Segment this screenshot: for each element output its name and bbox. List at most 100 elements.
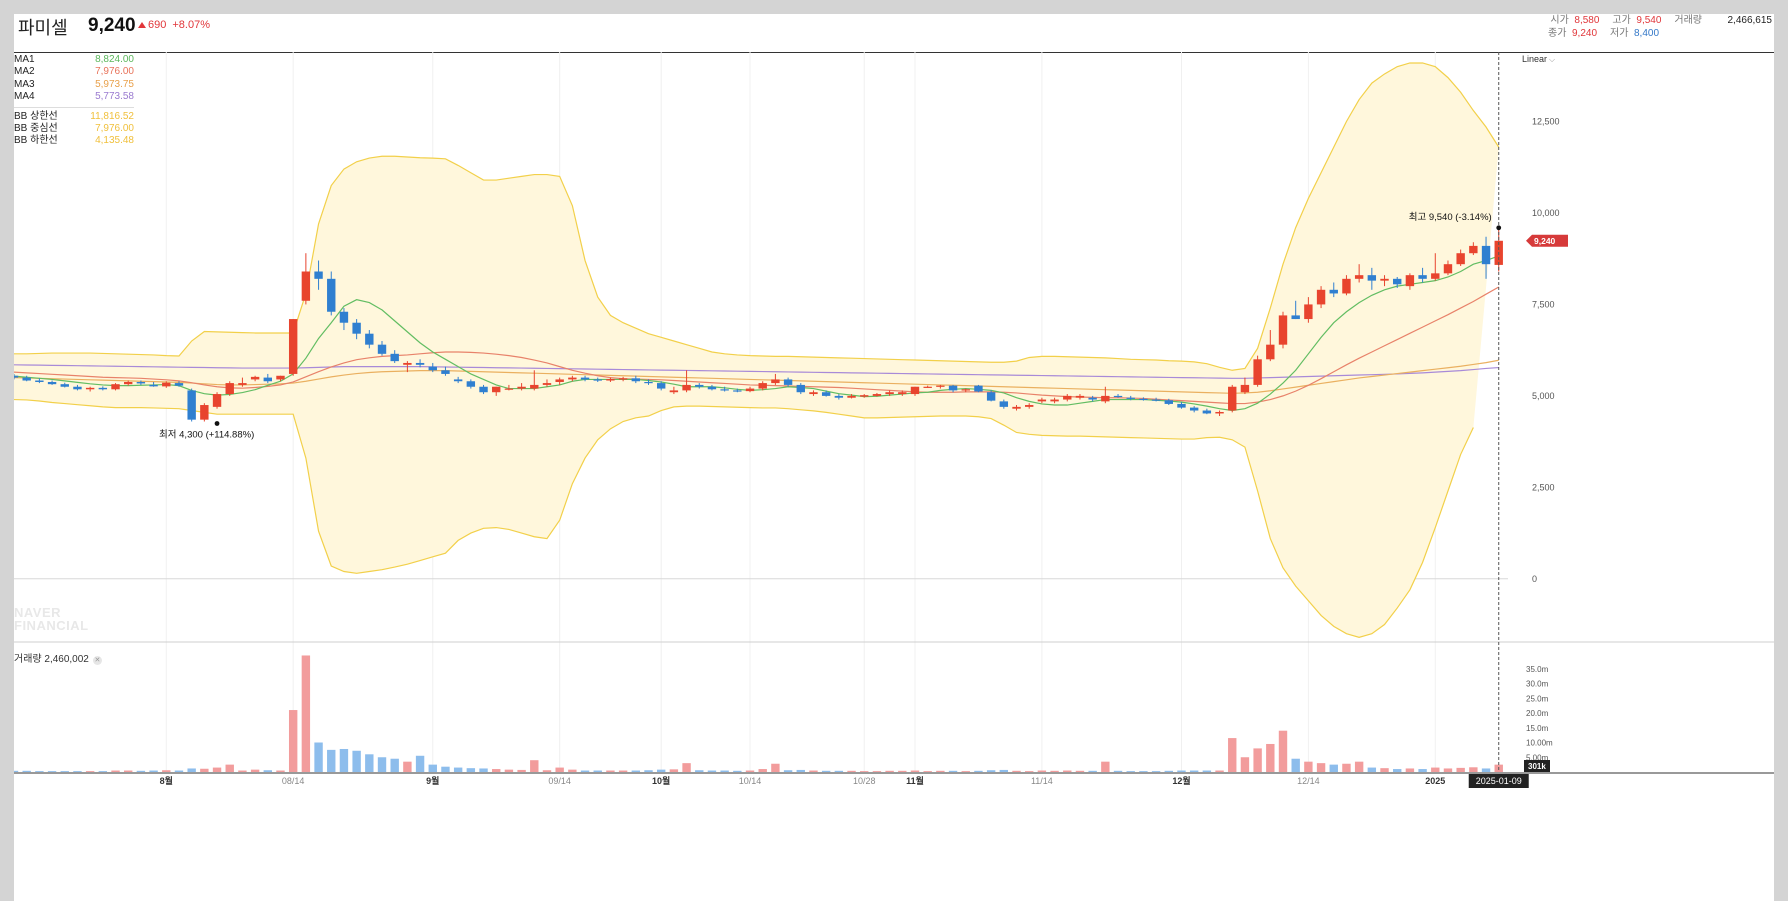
volume-bar bbox=[1126, 771, 1135, 772]
volume-bar bbox=[974, 770, 983, 772]
volume-bar bbox=[365, 754, 374, 772]
volume-bar bbox=[1367, 767, 1377, 772]
candle-body bbox=[35, 380, 44, 382]
candle-body bbox=[860, 395, 869, 397]
candle-body bbox=[1405, 275, 1415, 287]
volume-bar bbox=[1393, 769, 1402, 772]
volume-bar bbox=[923, 771, 932, 772]
volume-bar bbox=[758, 769, 767, 772]
volume-bar bbox=[1443, 768, 1453, 772]
candle-body bbox=[466, 381, 476, 387]
price-axis-tick-label: 0 bbox=[1532, 574, 1537, 584]
candle-body bbox=[796, 384, 805, 393]
candle-body bbox=[327, 278, 336, 312]
price-chart[interactable]: 02,5005,0007,50010,00012,5005.00m10.00m1… bbox=[14, 14, 1774, 901]
last-date-label: 2025-01-09 bbox=[1476, 776, 1522, 786]
candle-body bbox=[606, 379, 615, 381]
volume-axis-tick-label: 15.0m bbox=[1526, 724, 1549, 733]
volume-bar bbox=[428, 764, 437, 772]
volume-bar bbox=[60, 771, 69, 772]
x-axis-date-label: 9월 bbox=[426, 775, 439, 786]
volume-axis-tick-label: 25.0m bbox=[1526, 694, 1549, 703]
volume-bar bbox=[936, 770, 945, 772]
x-axis-date-label: 12/14 bbox=[1297, 776, 1320, 786]
volume-bar bbox=[1164, 770, 1173, 772]
current-volume-label: 301k bbox=[1528, 762, 1546, 771]
volume-axis-tick-label: 20.0m bbox=[1526, 709, 1549, 718]
candle-body bbox=[593, 379, 602, 381]
volume-bar bbox=[14, 770, 19, 772]
candle-body bbox=[948, 385, 958, 391]
candle-body bbox=[1088, 397, 1097, 400]
candle-body bbox=[758, 383, 767, 389]
volume-bar bbox=[1253, 748, 1262, 772]
volume-bar bbox=[821, 770, 831, 772]
volume-bar bbox=[1063, 770, 1072, 772]
volume-bar bbox=[542, 770, 552, 772]
close-icon[interactable]: ✕ bbox=[92, 656, 102, 665]
candle-body bbox=[555, 379, 564, 382]
volume-bar bbox=[98, 771, 108, 772]
volume-bar bbox=[162, 770, 171, 772]
candle-body bbox=[1126, 397, 1135, 399]
stock-chart-window: 파미셀 9,240 690 +8.07% 시가 8,580 고가 9,540 거래… bbox=[14, 14, 1774, 901]
candle-body bbox=[1354, 275, 1364, 279]
legend-divider bbox=[14, 106, 134, 108]
candle-body bbox=[885, 392, 894, 395]
x-axis-date-label: 08/14 bbox=[282, 776, 305, 786]
volume-bar bbox=[35, 771, 44, 772]
volume-bar bbox=[1316, 763, 1326, 772]
volume-bar bbox=[1037, 770, 1047, 772]
candle-body bbox=[301, 271, 311, 301]
candle-body bbox=[771, 379, 780, 384]
volume-bar bbox=[187, 768, 196, 772]
candle-body bbox=[986, 392, 996, 401]
candle-body bbox=[1177, 403, 1186, 408]
volume-bar bbox=[225, 764, 234, 772]
volume-bar bbox=[644, 770, 653, 772]
candle-body bbox=[517, 386, 526, 389]
volume-bar bbox=[238, 770, 247, 772]
candle-body bbox=[568, 377, 577, 380]
volume-bar bbox=[580, 770, 590, 772]
candle-body bbox=[415, 362, 425, 365]
candle-body bbox=[1063, 395, 1072, 400]
x-axis-date-label: 09/14 bbox=[548, 776, 571, 786]
candle-body bbox=[288, 319, 298, 374]
candle-body bbox=[1316, 289, 1326, 305]
candle-body bbox=[1443, 264, 1453, 274]
volume-bar bbox=[1088, 770, 1097, 772]
legend-bb-lower-value: 4,135.48 bbox=[95, 135, 134, 147]
legend-ma4-value: 5,773.58 bbox=[95, 91, 134, 103]
candle-body bbox=[1329, 289, 1338, 294]
volume-bar bbox=[1189, 770, 1199, 772]
volume-bar bbox=[314, 742, 323, 772]
candle-body bbox=[936, 385, 945, 387]
candle-body bbox=[821, 392, 831, 396]
candle-body bbox=[1367, 275, 1377, 281]
candle-body bbox=[1189, 407, 1199, 411]
legend-ma3-value: 5,973.75 bbox=[95, 78, 134, 90]
high-price-annotation: 최고 9,540 (-3.14%) bbox=[1409, 212, 1492, 223]
chevron-down-icon: ⌵ bbox=[1549, 55, 1556, 64]
volume-bar bbox=[1202, 770, 1212, 772]
candle-body bbox=[1164, 400, 1173, 404]
legend-ma1: MA1 8,824.00 bbox=[14, 54, 134, 66]
x-axis-date-label: 10/14 bbox=[739, 776, 762, 786]
volume-axis-tick-label: 35.0m bbox=[1526, 665, 1549, 674]
candle-body bbox=[1266, 344, 1275, 360]
volume-bar bbox=[1266, 743, 1275, 772]
candle-body bbox=[60, 384, 69, 387]
candle-body bbox=[162, 382, 171, 387]
volume-bar bbox=[745, 770, 755, 772]
volume-bar bbox=[961, 771, 970, 772]
candle-body bbox=[250, 376, 260, 380]
candle-body bbox=[1101, 395, 1110, 402]
candle-body bbox=[898, 392, 907, 395]
candle-body bbox=[365, 333, 374, 345]
candle-body bbox=[73, 386, 82, 390]
volume-bar bbox=[1101, 761, 1110, 772]
volume-bar bbox=[149, 770, 158, 772]
scale-type-dropdown[interactable]: Linear ⌵ bbox=[1522, 54, 1555, 65]
candle-body bbox=[1113, 395, 1123, 398]
